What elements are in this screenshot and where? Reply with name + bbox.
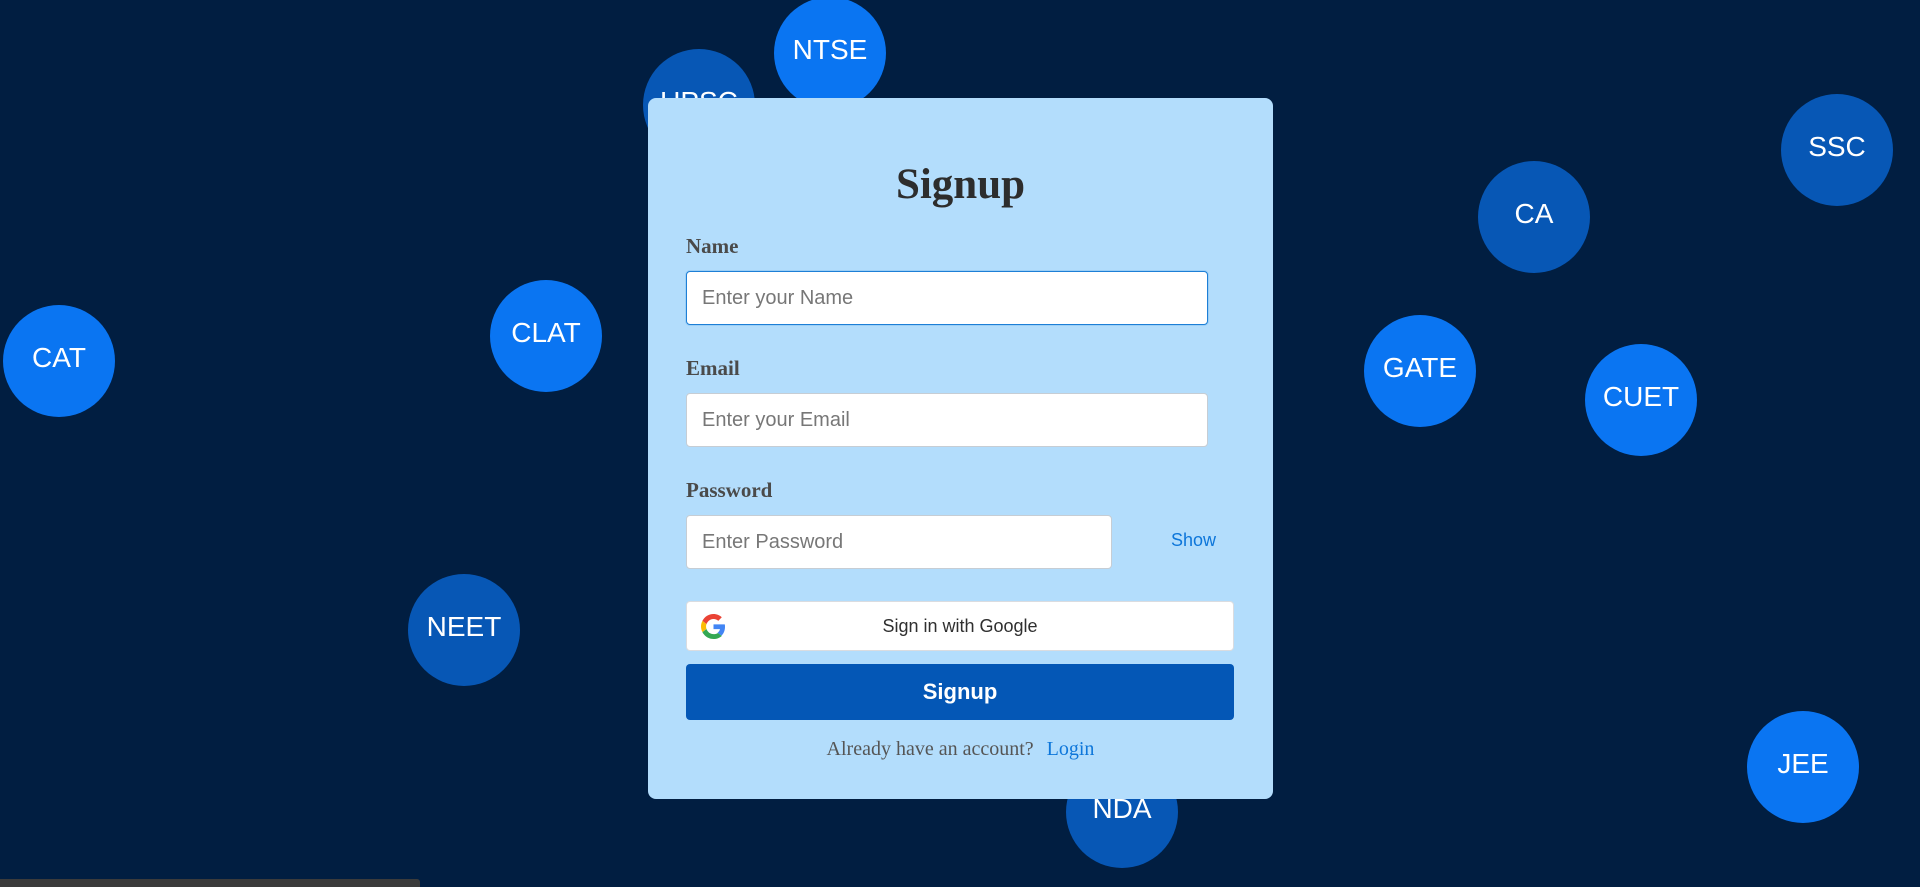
name-label: Name: [686, 234, 739, 258]
google-g-icon: [701, 614, 726, 639]
bubble-gate: GATE: [1364, 315, 1476, 427]
bubble-neet: NEET: [408, 574, 520, 686]
login-link[interactable]: Login: [1047, 738, 1095, 760]
bubble-label: SSC: [1808, 131, 1866, 162]
bubble-label: GATE: [1382, 352, 1458, 383]
email-label: Email: [686, 356, 740, 380]
bubble-label: NTSE: [792, 34, 868, 65]
signup-card: Signup Name Email Password Show Sign in …: [648, 98, 1273, 799]
bubble-cat: CAT: [3, 305, 115, 417]
bubble-label: CUET: [1602, 381, 1680, 412]
bubble-jee: JEE: [1747, 711, 1859, 823]
bubble-label: JEE: [1777, 748, 1829, 779]
bubble-ntse: NTSE: [774, 0, 886, 109]
google-signin-button[interactable]: Sign in with Google: [686, 601, 1234, 651]
bubble-cuet: CUET: [1585, 344, 1697, 456]
bubble-ssc: SSC: [1781, 94, 1893, 206]
login-prompt-text: Already have an account?: [826, 738, 1034, 760]
bubble-clat: CLAT: [490, 280, 602, 392]
status-bar: [0, 879, 420, 887]
bubble-ca: CA: [1478, 161, 1590, 273]
show-password-toggle[interactable]: Show: [1171, 530, 1216, 551]
email-input[interactable]: [686, 393, 1208, 447]
password-label: Password: [686, 478, 773, 502]
login-prompt: Already have an account? Login: [648, 738, 1273, 761]
bubble-label: CAT: [32, 342, 86, 373]
name-input[interactable]: [686, 271, 1208, 325]
bubble-label: CA: [1514, 198, 1554, 229]
page-title: Signup: [895, 161, 1026, 208]
password-input[interactable]: [686, 515, 1112, 569]
bubble-label: CLAT: [511, 317, 581, 348]
signup-button[interactable]: Signup: [686, 664, 1234, 720]
google-signin-label: Sign in with Google: [882, 615, 1038, 636]
bubble-label: NEET: [426, 611, 502, 642]
